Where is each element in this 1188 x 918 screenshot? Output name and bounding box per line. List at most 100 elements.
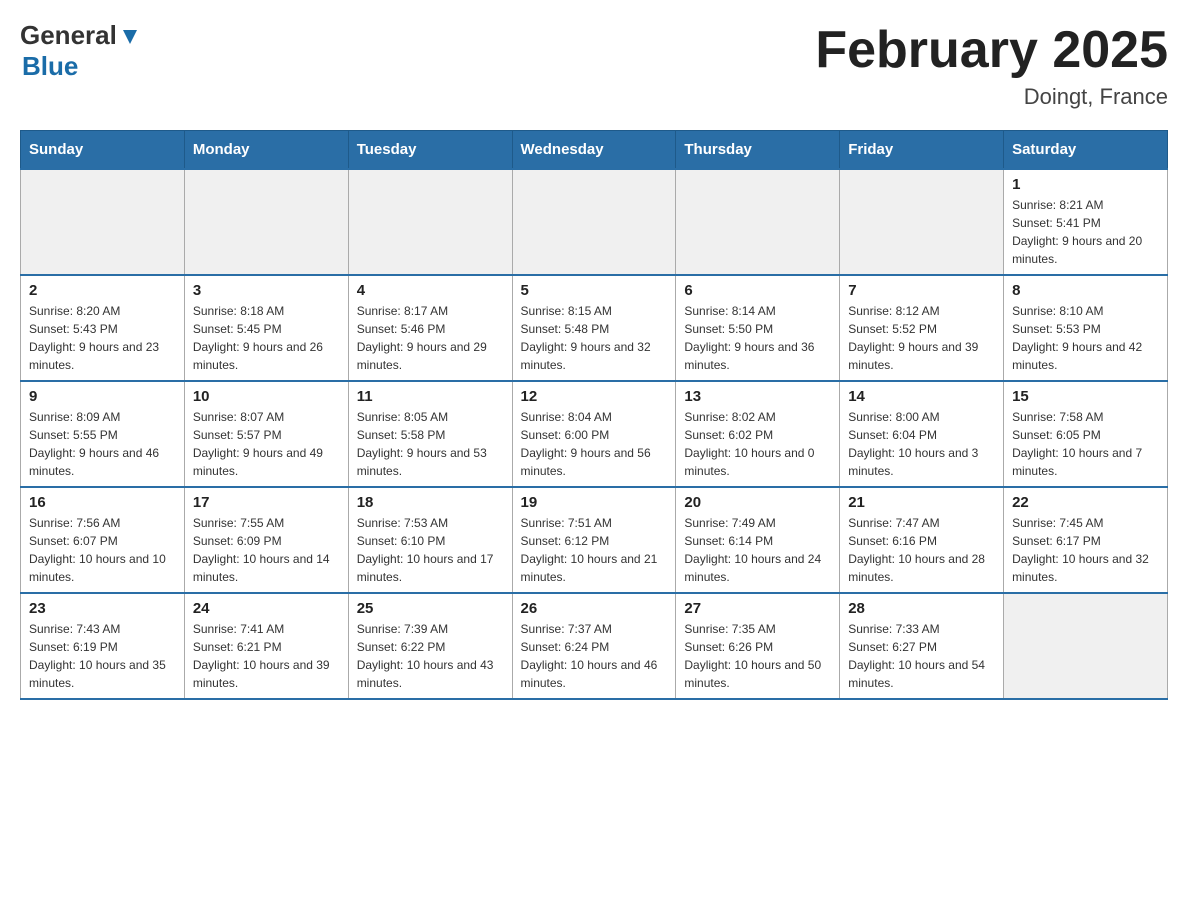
- day-info: Sunrise: 8:15 AM Sunset: 5:48 PM Dayligh…: [521, 302, 668, 374]
- day-number: 22: [1012, 494, 1159, 511]
- day-info: Sunrise: 8:21 AM Sunset: 5:41 PM Dayligh…: [1012, 196, 1159, 268]
- calendar-cell: 24 Sunrise: 7:41 AM Sunset: 6:21 PM Dayli…: [184, 593, 348, 699]
- day-number: 25: [357, 600, 504, 617]
- day-number: 3: [193, 282, 340, 299]
- day-number: 6: [684, 282, 831, 299]
- weekday-wednesday: Wednesday: [512, 131, 676, 170]
- calendar-cell: 13 Sunrise: 8:02 AM Sunset: 6:02 PM Dayli…: [676, 381, 840, 487]
- calendar-cell: 16 Sunrise: 7:56 AM Sunset: 6:07 PM Dayli…: [21, 487, 185, 593]
- day-number: 27: [684, 600, 831, 617]
- calendar-cell: 8 Sunrise: 8:10 AM Sunset: 5:53 PM Daylig…: [1004, 275, 1168, 381]
- day-info: Sunrise: 8:12 AM Sunset: 5:52 PM Dayligh…: [848, 302, 995, 374]
- calendar-cell: [512, 169, 676, 275]
- day-number: 18: [357, 494, 504, 511]
- week-row-2: 2 Sunrise: 8:20 AM Sunset: 5:43 PM Daylig…: [21, 275, 1168, 381]
- calendar-cell: 11Sunrise: 8:05 AM Sunset: 5:58 PM Dayli…: [348, 381, 512, 487]
- calendar-cell: 27 Sunrise: 7:35 AM Sunset: 6:26 PM Dayli…: [676, 593, 840, 699]
- day-info: Sunrise: 7:56 AM Sunset: 6:07 PM Dayligh…: [29, 514, 176, 586]
- day-info: Sunrise: 7:35 AM Sunset: 6:26 PM Dayligh…: [684, 620, 831, 692]
- day-number: 23: [29, 600, 176, 617]
- calendar-cell: 28 Sunrise: 7:33 AM Sunset: 6:27 PM Dayli…: [840, 593, 1004, 699]
- calendar-cell: 15Sunrise: 7:58 AM Sunset: 6:05 PM Dayli…: [1004, 381, 1168, 487]
- day-number: 11: [357, 388, 504, 405]
- weekday-monday: Monday: [184, 131, 348, 170]
- day-number: 26: [521, 600, 668, 617]
- calendar-cell: 1 Sunrise: 8:21 AM Sunset: 5:41 PM Daylig…: [1004, 169, 1168, 275]
- calendar-cell: 2 Sunrise: 8:20 AM Sunset: 5:43 PM Daylig…: [21, 275, 185, 381]
- calendar-cell: 10 Sunrise: 8:07 AM Sunset: 5:57 PM Dayli…: [184, 381, 348, 487]
- day-number: 13: [684, 388, 831, 405]
- day-info: Sunrise: 8:07 AM Sunset: 5:57 PM Dayligh…: [193, 408, 340, 480]
- logo-general: General: [20, 20, 117, 51]
- day-info: Sunrise: 7:39 AM Sunset: 6:22 PM Dayligh…: [357, 620, 504, 692]
- day-number: 12: [521, 388, 668, 405]
- logo: General Blue: [20, 20, 141, 82]
- weekday-thursday: Thursday: [676, 131, 840, 170]
- day-number: 20: [684, 494, 831, 511]
- page-header: General Blue February 2025 Doingt, Franc…: [20, 20, 1168, 110]
- day-info: Sunrise: 8:02 AM Sunset: 6:02 PM Dayligh…: [684, 408, 831, 480]
- day-info: Sunrise: 7:41 AM Sunset: 6:21 PM Dayligh…: [193, 620, 340, 692]
- day-info: Sunrise: 7:33 AM Sunset: 6:27 PM Dayligh…: [848, 620, 995, 692]
- day-info: Sunrise: 7:43 AM Sunset: 6:19 PM Dayligh…: [29, 620, 176, 692]
- day-info: Sunrise: 8:09 AM Sunset: 5:55 PM Dayligh…: [29, 408, 176, 480]
- month-title: February 2025: [815, 20, 1168, 80]
- calendar-cell: [676, 169, 840, 275]
- day-number: 9: [29, 388, 176, 405]
- day-info: Sunrise: 8:17 AM Sunset: 5:46 PM Dayligh…: [357, 302, 504, 374]
- day-number: 4: [357, 282, 504, 299]
- week-row-3: 9 Sunrise: 8:09 AM Sunset: 5:55 PM Daylig…: [21, 381, 1168, 487]
- calendar-table: SundayMondayTuesdayWednesdayThursdayFrid…: [20, 130, 1168, 700]
- calendar-cell: 18 Sunrise: 7:53 AM Sunset: 6:10 PM Dayli…: [348, 487, 512, 593]
- day-info: Sunrise: 8:04 AM Sunset: 6:00 PM Dayligh…: [521, 408, 668, 480]
- calendar-cell: 22Sunrise: 7:45 AM Sunset: 6:17 PM Dayli…: [1004, 487, 1168, 593]
- calendar-cell: 12 Sunrise: 8:04 AM Sunset: 6:00 PM Dayli…: [512, 381, 676, 487]
- location: Doingt, France: [815, 84, 1168, 110]
- logo-blue: Blue: [22, 51, 78, 82]
- calendar-cell: 25 Sunrise: 7:39 AM Sunset: 6:22 PM Dayli…: [348, 593, 512, 699]
- day-number: 17: [193, 494, 340, 511]
- calendar-cell: 19 Sunrise: 7:51 AM Sunset: 6:12 PM Dayli…: [512, 487, 676, 593]
- calendar-cell: 7 Sunrise: 8:12 AM Sunset: 5:52 PM Daylig…: [840, 275, 1004, 381]
- calendar-cell: 20 Sunrise: 7:49 AM Sunset: 6:14 PM Dayli…: [676, 487, 840, 593]
- day-number: 16: [29, 494, 176, 511]
- day-number: 1: [1012, 176, 1159, 193]
- calendar-cell: 6 Sunrise: 8:14 AM Sunset: 5:50 PM Daylig…: [676, 275, 840, 381]
- calendar-cell: [184, 169, 348, 275]
- day-info: Sunrise: 8:14 AM Sunset: 5:50 PM Dayligh…: [684, 302, 831, 374]
- weekday-tuesday: Tuesday: [348, 131, 512, 170]
- day-number: 5: [521, 282, 668, 299]
- day-info: Sunrise: 7:58 AM Sunset: 6:05 PM Dayligh…: [1012, 408, 1159, 480]
- calendar-cell: 26 Sunrise: 7:37 AM Sunset: 6:24 PM Dayli…: [512, 593, 676, 699]
- day-info: Sunrise: 7:47 AM Sunset: 6:16 PM Dayligh…: [848, 514, 995, 586]
- day-info: Sunrise: 7:49 AM Sunset: 6:14 PM Dayligh…: [684, 514, 831, 586]
- day-number: 24: [193, 600, 340, 617]
- weekday-header-row: SundayMondayTuesdayWednesdayThursdayFrid…: [21, 131, 1168, 170]
- week-row-1: 1 Sunrise: 8:21 AM Sunset: 5:41 PM Daylig…: [21, 169, 1168, 275]
- day-number: 28: [848, 600, 995, 617]
- day-number: 19: [521, 494, 668, 511]
- calendar-cell: [21, 169, 185, 275]
- day-number: 2: [29, 282, 176, 299]
- day-info: Sunrise: 7:37 AM Sunset: 6:24 PM Dayligh…: [521, 620, 668, 692]
- day-info: Sunrise: 7:53 AM Sunset: 6:10 PM Dayligh…: [357, 514, 504, 586]
- title-area: February 2025 Doingt, France: [815, 20, 1168, 110]
- day-info: Sunrise: 7:55 AM Sunset: 6:09 PM Dayligh…: [193, 514, 340, 586]
- calendar-cell: 4 Sunrise: 8:17 AM Sunset: 5:46 PM Daylig…: [348, 275, 512, 381]
- weekday-sunday: Sunday: [21, 131, 185, 170]
- week-row-4: 16 Sunrise: 7:56 AM Sunset: 6:07 PM Dayli…: [21, 487, 1168, 593]
- day-info: Sunrise: 8:10 AM Sunset: 5:53 PM Dayligh…: [1012, 302, 1159, 374]
- calendar-cell: 23 Sunrise: 7:43 AM Sunset: 6:19 PM Dayli…: [21, 593, 185, 699]
- calendar-cell: [840, 169, 1004, 275]
- day-info: Sunrise: 8:18 AM Sunset: 5:45 PM Dayligh…: [193, 302, 340, 374]
- day-info: Sunrise: 7:51 AM Sunset: 6:12 PM Dayligh…: [521, 514, 668, 586]
- day-number: 10: [193, 388, 340, 405]
- day-number: 8: [1012, 282, 1159, 299]
- day-number: 7: [848, 282, 995, 299]
- calendar-cell: [348, 169, 512, 275]
- calendar-cell: 9 Sunrise: 8:09 AM Sunset: 5:55 PM Daylig…: [21, 381, 185, 487]
- day-number: 14: [848, 388, 995, 405]
- week-row-5: 23 Sunrise: 7:43 AM Sunset: 6:19 PM Dayli…: [21, 593, 1168, 699]
- logo-triangle-icon: [119, 26, 141, 48]
- day-info: Sunrise: 8:20 AM Sunset: 5:43 PM Dayligh…: [29, 302, 176, 374]
